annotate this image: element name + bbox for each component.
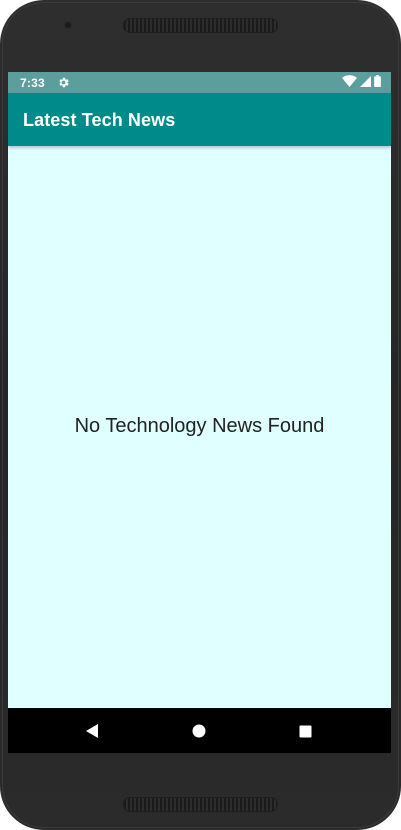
- app-bar: Latest Tech News: [8, 93, 391, 146]
- home-button[interactable]: [190, 722, 208, 740]
- status-icons: [342, 75, 381, 90]
- navigation-bar: [8, 708, 391, 753]
- page-title: Latest Tech News: [23, 110, 176, 130]
- cellular-signal-icon: [360, 75, 371, 90]
- wifi-icon: [342, 75, 357, 90]
- empty-state-message: No Technology News Found: [74, 415, 325, 437]
- back-button[interactable]: [83, 722, 101, 740]
- recents-icon: [299, 725, 311, 737]
- bottom-speaker-grille: [123, 797, 278, 812]
- top-speaker-grille: [123, 18, 278, 33]
- status-time: 7:33: [20, 76, 45, 90]
- battery-icon: [374, 75, 381, 90]
- home-icon: [192, 724, 206, 738]
- settings-gear-icon: [57, 76, 70, 89]
- status-bar: 7:33: [8, 72, 391, 93]
- front-camera: [64, 21, 72, 29]
- phone-frame: 7:33 Latest Tech News No Technology News…: [0, 0, 401, 830]
- recents-button[interactable]: [296, 722, 314, 740]
- back-icon: [86, 724, 98, 738]
- news-list-area: No Technology News Found: [8, 146, 391, 708]
- phone-screen: 7:33 Latest Tech News No Technology News…: [8, 72, 391, 753]
